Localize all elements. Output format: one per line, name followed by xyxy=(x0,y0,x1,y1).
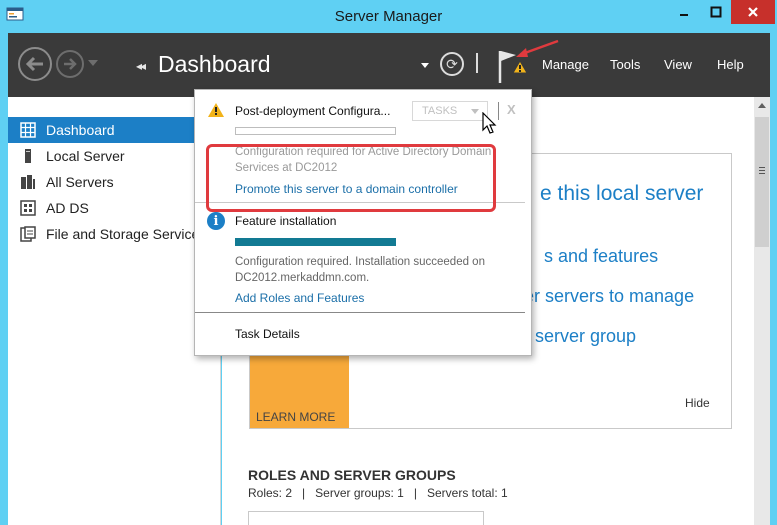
tasks-label: TASKS xyxy=(422,105,458,117)
left-navigation-pane: Dashboard Local Server All Servers AD DS… xyxy=(8,97,221,525)
forward-button[interactable] xyxy=(56,50,84,78)
warning-icon xyxy=(208,103,224,117)
sidebar-item-label: AD DS xyxy=(46,200,89,216)
breadcrumb-dropdown[interactable] xyxy=(421,63,429,68)
sidebar-item-dashboard[interactable]: Dashboard xyxy=(8,117,221,143)
ad-ds-icon xyxy=(20,200,36,216)
feature-installation-progress xyxy=(235,238,396,246)
breadcrumb-chevron-icon: ◂◂ xyxy=(136,59,146,73)
scroll-up-arrow-icon[interactable] xyxy=(758,103,766,108)
view-menu[interactable]: View xyxy=(664,57,692,72)
tools-menu[interactable]: Tools xyxy=(610,57,640,72)
maximize-button[interactable] xyxy=(699,0,733,24)
roles-stats: Roles: 2 | Server groups: 1 | Servers to… xyxy=(248,486,508,500)
server-icon xyxy=(25,149,31,163)
info-icon: i xyxy=(207,212,225,230)
close-icon xyxy=(748,7,758,17)
sidebar-item-label: All Servers xyxy=(46,174,114,190)
sidebar-item-file-storage[interactable]: File and Storage Services xyxy=(8,221,221,247)
servers-icon xyxy=(21,175,35,189)
popup-separator xyxy=(498,102,499,120)
back-button[interactable] xyxy=(18,47,52,81)
title-bar[interactable]: Server Manager xyxy=(0,0,777,33)
sidebar-item-ad-ds[interactable]: AD DS xyxy=(8,195,221,221)
page-title: Dashboard xyxy=(158,51,271,77)
role-tile[interactable] xyxy=(248,511,484,525)
annotation-highlight-box xyxy=(206,144,496,212)
window-title: Server Manager xyxy=(334,8,443,25)
feature-installation-title: Feature installation xyxy=(235,214,337,228)
server-manager-window: Server Manager ◂◂ Dashboard ⟳ Manage Too… xyxy=(0,0,777,525)
hide-link[interactable]: Hide xyxy=(685,396,710,410)
arrow-right-icon xyxy=(64,58,77,70)
maximize-icon xyxy=(710,6,722,18)
command-separator xyxy=(476,53,478,73)
help-menu[interactable]: Help xyxy=(717,57,744,72)
sidebar-item-all-servers[interactable]: All Servers xyxy=(8,169,221,195)
close-button[interactable] xyxy=(731,0,775,24)
refresh-icon: ⟳ xyxy=(446,55,458,72)
grip-line xyxy=(759,167,765,168)
dismiss-notification-button[interactable]: X xyxy=(507,102,516,117)
minimize-icon xyxy=(680,14,688,16)
chevron-down-icon xyxy=(471,109,479,114)
scroll-thumb[interactable] xyxy=(755,117,769,247)
arrow-left-icon xyxy=(25,56,43,72)
tasks-dropdown[interactable]: TASKS xyxy=(412,101,488,121)
learn-more-link[interactable]: LEARN MORE xyxy=(256,410,335,424)
add-roles-features-link[interactable]: s and features xyxy=(544,246,658,267)
sidebar-item-label: Local Server xyxy=(46,148,125,164)
sidebar-item-local-server[interactable]: Local Server xyxy=(8,143,221,169)
dashboard-grid-icon xyxy=(20,122,36,138)
command-bar: ◂◂ Dashboard ⟳ Manage Tools View Help xyxy=(8,33,770,97)
add-other-servers-link[interactable]: er servers to manage xyxy=(524,286,694,307)
roles-section-title: ROLES AND SERVER GROUPS xyxy=(248,467,456,483)
vertical-scrollbar[interactable] xyxy=(754,97,770,525)
sidebar-item-label: Dashboard xyxy=(46,122,115,138)
popup-divider xyxy=(195,312,525,313)
post-deployment-progress xyxy=(235,127,396,135)
post-deployment-title: Post-deployment Configura... xyxy=(235,104,391,118)
grip-line xyxy=(759,173,765,174)
feature-installation-description: Configuration required. Installation suc… xyxy=(235,256,485,284)
storage-icon xyxy=(20,226,36,242)
refresh-button[interactable]: ⟳ xyxy=(440,52,464,76)
grip-line xyxy=(759,170,765,171)
task-details-link[interactable]: Task Details xyxy=(235,327,300,341)
mouse-cursor-icon xyxy=(482,112,497,134)
sidebar-item-label: File and Storage Services xyxy=(46,226,207,242)
history-dropdown[interactable] xyxy=(88,60,98,66)
create-server-group-link[interactable]: server group xyxy=(535,326,636,347)
annotation-arrow-icon xyxy=(516,39,559,57)
configure-local-server-link[interactable]: e this local server xyxy=(540,182,703,206)
add-roles-features-popup-link[interactable]: Add Roles and Features xyxy=(235,291,364,305)
minimize-button[interactable] xyxy=(667,0,701,24)
